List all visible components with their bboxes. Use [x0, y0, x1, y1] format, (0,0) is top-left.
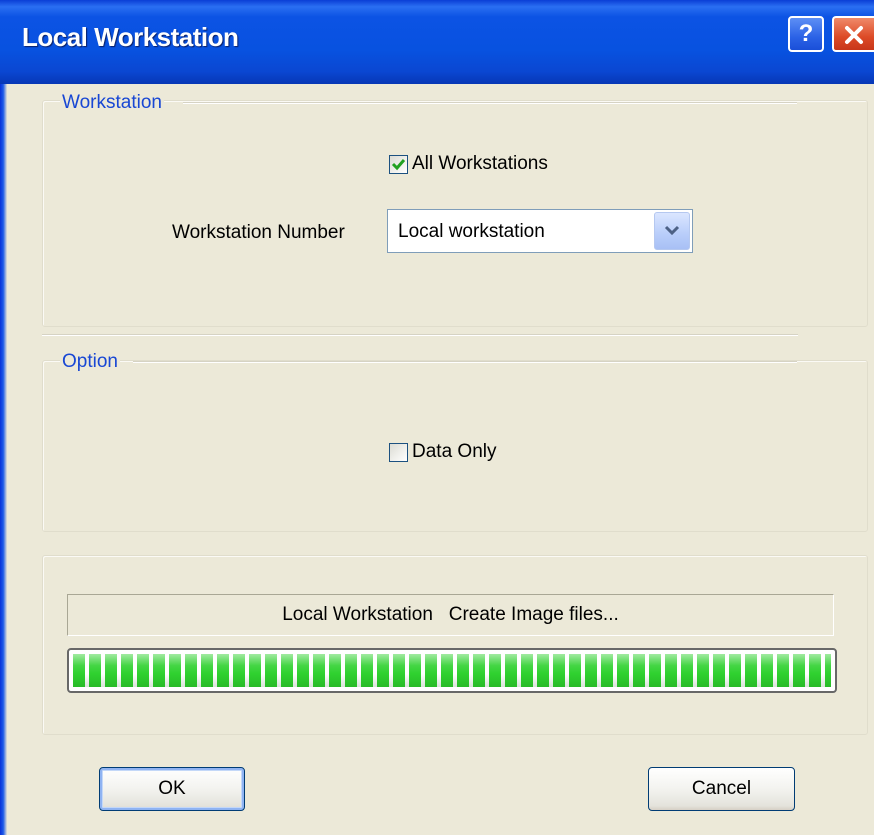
status-text: Local Workstation Create Image files... — [282, 604, 619, 625]
dialog-window: Local Workstation ? Workstation All Work… — [0, 0, 874, 835]
workstation-number-value: Local workstation — [398, 221, 545, 242]
help-icon: ? — [798, 20, 814, 47]
workstation-group-line — [183, 102, 797, 104]
all-workstations-checkbox[interactable]: All Workstations — [389, 153, 548, 175]
window-border — [0, 0, 8, 835]
workstation-number-label: Workstation Number — [172, 222, 345, 243]
progress-bar — [67, 648, 837, 693]
dropdown-button[interactable] — [654, 212, 690, 250]
workstation-group-title: Workstation — [60, 92, 164, 114]
option-group-title: Option — [60, 351, 120, 373]
workstation-number-select[interactable]: Local workstation — [387, 209, 693, 253]
progress-groupbox — [42, 555, 868, 735]
data-only-checkbox[interactable]: Data Only — [389, 441, 496, 463]
window-title: Local Workstation — [22, 22, 239, 52]
close-button[interactable] — [832, 16, 874, 52]
option-separator — [42, 334, 798, 336]
status-panel: Local Workstation Create Image files... — [67, 594, 834, 636]
cancel-button[interactable]: Cancel — [648, 767, 795, 811]
help-button[interactable]: ? — [788, 16, 824, 52]
all-workstations-box[interactable] — [389, 154, 408, 174]
data-only-box[interactable] — [389, 442, 408, 462]
all-workstations-label: All Workstations — [412, 153, 548, 174]
close-icon — [845, 26, 863, 44]
chevron-down-icon — [664, 225, 680, 236]
ok-button[interactable]: OK — [99, 767, 245, 811]
data-only-label: Data Only — [412, 441, 497, 462]
progress-fill — [73, 654, 831, 687]
check-icon — [391, 158, 406, 170]
option-group-line — [133, 361, 797, 363]
title-bar[interactable]: Local Workstation ? — [0, 0, 874, 84]
